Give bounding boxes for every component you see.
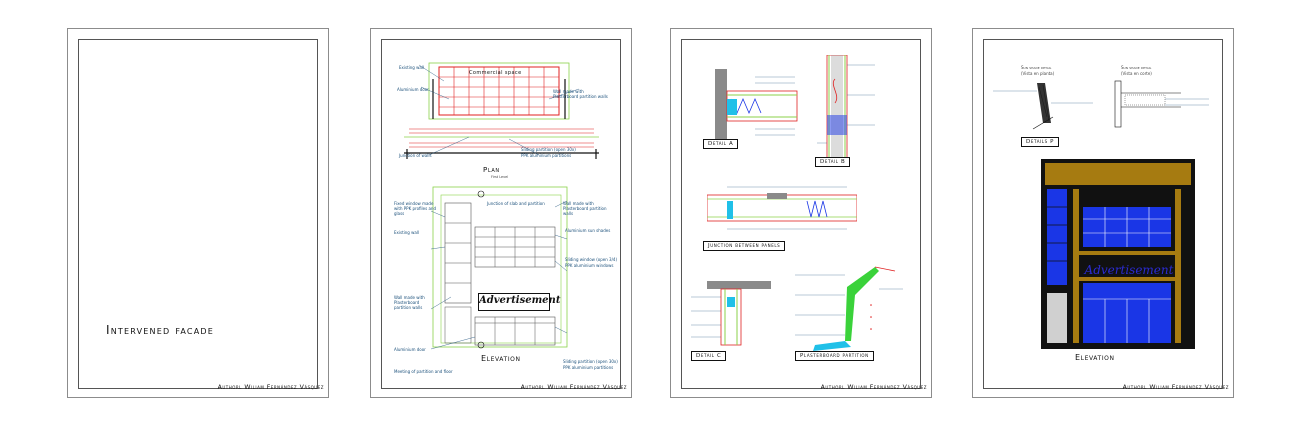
detail-b-caption: Detail B [815,157,851,167]
label-aluminium-door-2: Aluminium door [394,347,426,352]
label-ppk-partitions-2: PPK aluminium partitions [563,365,614,370]
sheet-facade-elevation[interactable]: Sun shade detail (Vista en planta) Sun s… [972,28,1234,398]
sun-shade-subtitle-2: (Vista en corte) [1121,71,1152,76]
facade-elevation-title: Elevation [1075,353,1115,362]
elevation-drawing [431,186,568,350]
label-sun-shades: Aluminium sun shades [565,228,611,233]
author-caption: Authorl Wiliam Fernández Vásquez [520,384,627,391]
facade-advertisement-text: Advertisement [1084,263,1174,277]
detail-b-drawing [817,55,875,163]
sun-shade-subtitle-1: (Vista en planta) [1021,71,1055,76]
label-plasterboard-wall-3: Wall made with Plasterboard partition wa… [394,295,425,310]
label-sliding-partition: Sliding partition (open 30x) [521,147,576,152]
sheet-plan-elevation[interactable]: Existing wall Aluminium door Wall made w… [370,28,632,398]
plasterboard-drawing [795,266,903,351]
label-aluminium-door: Aluminium door [397,87,429,92]
detail-a-drawing [715,69,798,139]
advertisement-sign: Advertisement [478,293,561,311]
sun-shade-title-2: Sun shade detail [1121,65,1152,70]
label-plasterboard-wall: Wall made with Plasterboard partition wa… [553,89,608,99]
label-meeting-partition: Meeting of partition and floor [394,369,453,374]
sun-shade-section-drawing [1114,80,1209,128]
sun-shade-plan-drawing [993,83,1093,130]
label-commercial-space: Commercial space [469,70,522,76]
junction-caption: Junction between panels [703,241,786,251]
facade-elevation-drawing [1041,159,1195,349]
label-fixed-window: Fixed window made with PPK profiles and … [394,201,436,216]
detail-c-drawing [691,281,771,346]
label-ppk-partitions: PPK aluminium partitions [521,153,572,158]
advertisement-text: Advertisement [479,295,561,306]
sheet-details[interactable]: Detail A Detail B Junction between panel… [670,28,932,398]
label-sliding-partition-2: Sliding partition (open 30x) [563,359,618,364]
label-sliding-window: Sliding window (open 3/4) [565,257,618,262]
label-existing-wall: Existing wall [399,65,425,70]
cover-title: Intervened facade [106,323,214,337]
elevation-title: Elevation [481,354,521,363]
detail-c-caption: Detail C [691,351,727,361]
label-junction-walls: Junction of walls [399,153,432,158]
author-caption: Authorl Wiliam Fernández Vásquez [820,384,927,391]
detail-p-caption: Details P [1021,137,1060,147]
junction-drawing [707,186,857,230]
plasterboard-caption: Plasterboard partition [795,351,874,361]
label-plasterboard-wall-2: Wall made with Plasterboard partition wa… [563,201,607,216]
author-caption: Authorl Wiliam Fernández Vásquez [217,384,324,391]
detail-a-caption: Detail A [703,139,739,149]
author-caption: Authorl Wiliam Fernández Vásquez [1122,384,1229,391]
label-junction-slab: Junction of slab and partition [487,201,545,206]
label-ppk-windows: PPK aluminium windows [565,263,614,268]
sun-shade-title-1: Sun shade detail [1021,65,1052,70]
sheet-cover[interactable]: Intervened facade Authorl Wiliam Fernánd… [67,28,329,398]
label-existing-wall-2: Existing wall [394,230,420,235]
